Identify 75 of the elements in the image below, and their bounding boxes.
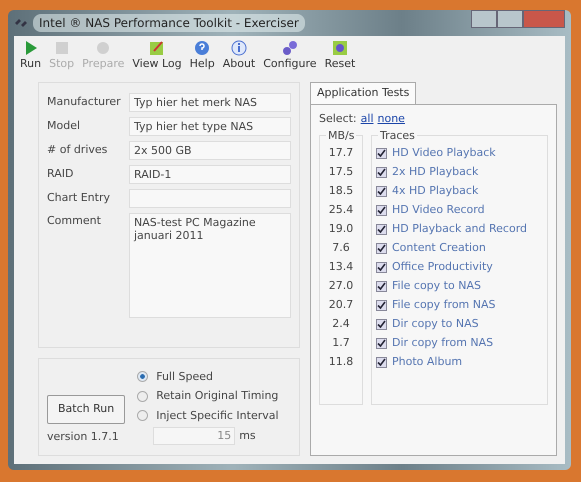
radio-button[interactable] <box>137 371 148 382</box>
select-link[interactable]: all <box>360 110 374 128</box>
speed-value: 27.0 <box>328 278 354 294</box>
info-icon <box>230 40 247 56</box>
square-icon <box>54 40 70 56</box>
checkbox[interactable] <box>376 205 387 216</box>
trace-label: Dir copy from NAS <box>392 335 494 352</box>
trace-label: Content Creation <box>392 240 486 256</box>
field-label: Comment <box>47 213 102 230</box>
unit-label: ms <box>239 428 256 444</box>
field-label: # of drives <box>47 142 108 158</box>
toolbar-button[interactable]: About <box>220 40 258 70</box>
speed-value: 25.4 <box>328 202 354 218</box>
checkbox[interactable] <box>376 357 387 368</box>
speed-value: 11.8 <box>328 354 354 370</box>
minimize-button[interactable] <box>471 10 497 28</box>
field-label: Chart Entry <box>47 190 111 206</box>
window-title: Intel ® NAS Performance Toolkit - Exerciser <box>33 14 305 32</box>
trace-label: 4x HD Playback <box>392 183 478 200</box>
speed-value: 7.6 <box>332 240 350 256</box>
trace-label: File copy from NAS <box>392 297 496 314</box>
text-field[interactable]: 2x 500 GB <box>129 141 291 160</box>
notepad-icon <box>149 40 165 56</box>
checkbox[interactable] <box>376 243 387 254</box>
trace-label: Dir copy to NAS <box>392 316 479 332</box>
radio-label: Full Speed <box>156 368 214 384</box>
version-label: version 1.7.1 <box>47 428 120 444</box>
toolbar-button[interactable]: Reset <box>322 40 358 70</box>
speed-value: 18.5 <box>328 183 354 200</box>
text-field[interactable]: Typ hier het merk NAS <box>129 93 291 112</box>
field-label: Model <box>47 118 82 134</box>
speed-value: 17.5 <box>328 164 354 180</box>
checkbox[interactable] <box>376 186 387 198</box>
trace-label: 2x HD Playback <box>392 164 478 180</box>
field-label: RAID <box>47 166 74 182</box>
toolbar-button[interactable]: Run <box>18 40 44 70</box>
maximize-button[interactable] <box>497 10 523 28</box>
help-icon <box>194 40 210 56</box>
checkbox[interactable] <box>376 262 387 274</box>
text-field[interactable]: RAID-1 <box>129 165 291 184</box>
toolbar-button[interactable]: Help <box>188 40 217 70</box>
checkbox[interactable] <box>376 300 387 312</box>
trace-label: Office Productivity <box>392 259 493 276</box>
select-label: Select: <box>319 110 357 127</box>
trace-label: HD Video Record <box>392 202 485 218</box>
speed-value: 20.7 <box>328 297 354 314</box>
radio-label: Retain Original Timing <box>156 388 278 404</box>
speed-value: 2.4 <box>332 316 350 332</box>
speed-value: 17.7 <box>328 145 354 162</box>
checkbox[interactable] <box>376 148 387 160</box>
text-field[interactable] <box>129 189 291 208</box>
radio-label: Inject Specific Interval <box>156 408 279 424</box>
speed-value: 13.4 <box>328 259 354 276</box>
toolbar-button[interactable]: Configure <box>261 40 319 70</box>
trace-label: HD Video Playback <box>392 145 496 162</box>
comment-field[interactable]: NAS-test PC Magazine januari 2011 <box>129 213 291 318</box>
speed-value: 1.7 <box>332 335 350 352</box>
select-link[interactable]: none <box>378 110 405 128</box>
checkbox[interactable] <box>376 224 387 236</box>
toolbar-button[interactable]: View Log <box>130 40 184 70</box>
radio-button[interactable] <box>137 390 148 402</box>
field-label: Manufacturer <box>47 94 122 110</box>
checkbox[interactable] <box>376 167 387 178</box>
trace-label: File copy to NAS <box>392 278 481 294</box>
radio-button[interactable] <box>137 410 148 422</box>
trace-label: Photo Album <box>392 354 462 370</box>
trace-label: HD Playback and Record <box>392 221 528 238</box>
checkbox[interactable] <box>376 319 387 330</box>
checkbox[interactable] <box>376 338 387 350</box>
tab[interactable]: Application Tests <box>310 82 416 104</box>
checkbox[interactable] <box>376 281 387 292</box>
app-icon <box>14 17 28 29</box>
text-field[interactable]: Typ hier het type NAS <box>129 117 291 136</box>
batch-run-button[interactable]: Batch Run <box>47 395 126 424</box>
speed-value: 19.0 <box>328 221 354 238</box>
